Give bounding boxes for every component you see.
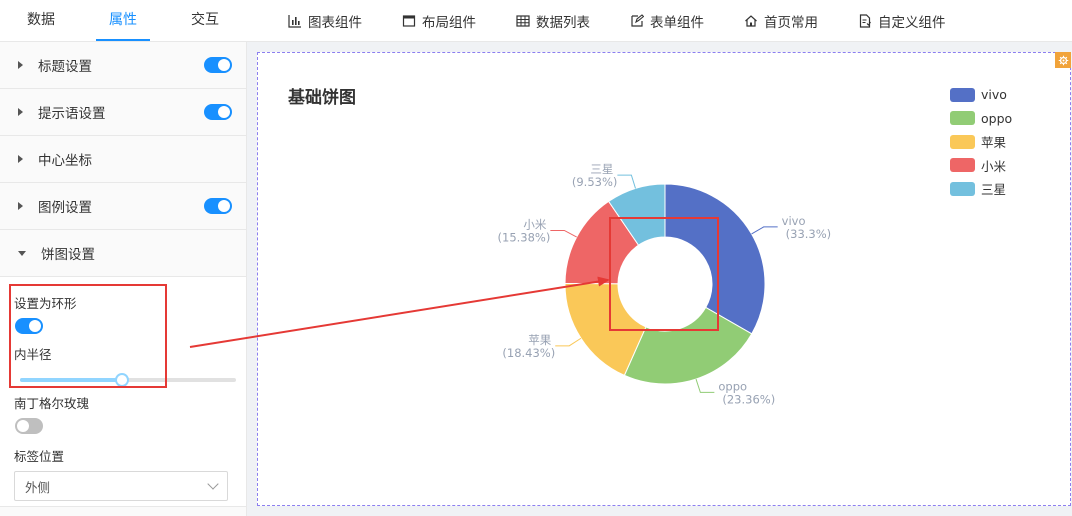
section-label: 图例设置 xyxy=(38,200,92,216)
label-leader-line xyxy=(550,229,577,238)
slice-percent-label: (15.38%) xyxy=(498,230,551,244)
slice-percent-label: (9.53%) xyxy=(572,175,618,189)
ring-label: 设置为环形 xyxy=(14,296,77,311)
home-icon xyxy=(744,14,758,28)
slice-percent-label: (33.3%) xyxy=(786,227,832,241)
toolbar-label: 布局组件 xyxy=(422,14,476,31)
legend-label: 苹果 xyxy=(981,135,1007,151)
legend-item[interactable]: vivo xyxy=(950,83,1012,107)
toolbar-chart-components[interactable]: 图表组件 xyxy=(288,11,362,31)
inner-radius-label: 内半径 xyxy=(14,347,52,362)
legend-label: vivo xyxy=(981,87,1007,103)
toolbar-form-components[interactable]: 表单组件 xyxy=(630,11,704,31)
rose-label: 南丁格尔玫瑰 xyxy=(14,396,90,411)
legend-item[interactable]: 小米 xyxy=(950,154,1012,178)
legend-swatch xyxy=(950,87,975,102)
section-label: 中心坐标 xyxy=(38,153,92,169)
label-leader-line xyxy=(617,174,636,189)
title-settings-toggle[interactable] xyxy=(204,57,232,73)
tooltip-settings-toggle[interactable] xyxy=(204,104,232,120)
legend-item[interactable]: oppo xyxy=(950,107,1012,131)
chart-legend: vivo oppo 苹果小米三星 xyxy=(950,83,1012,201)
slice-label: 小米 xyxy=(523,217,546,231)
legend-item[interactable]: 三星 xyxy=(950,177,1012,201)
label-position-label: 标签位置 xyxy=(14,449,65,464)
bar-chart-icon xyxy=(288,14,302,28)
legend-swatch xyxy=(950,158,975,173)
design-canvas: 基础饼图 vivo (33.3%) oppo (23.36%) 苹果 (18.43%) 小米… xyxy=(247,42,1072,516)
slice-percent-label: (18.43%) xyxy=(502,346,555,360)
section-label: 提示语设置 xyxy=(38,106,106,122)
pie-slice[interactable] xyxy=(664,183,766,335)
toolbar-label: 表单组件 xyxy=(650,14,704,31)
slider-track xyxy=(20,378,122,382)
legend-swatch xyxy=(950,134,975,149)
legend-swatch xyxy=(950,111,975,126)
legend-settings-toggle[interactable] xyxy=(204,198,232,214)
property-panel: 标题设置 提示语设置 中心坐标 图例设置 饼图设置 设置为环形 内半径 南丁格尔… xyxy=(0,42,247,516)
section-legend-settings[interactable]: 图例设置 xyxy=(0,183,246,230)
section-label: 标题设置 xyxy=(38,59,92,75)
label-leader-line xyxy=(695,378,715,393)
slice-label: 苹果 xyxy=(528,333,551,347)
section-label: 饼图设置 xyxy=(41,247,95,263)
label-leader-line xyxy=(751,226,778,235)
toolbar-custom-components[interactable]: 自定义组件 xyxy=(858,11,946,31)
section-title-settings[interactable]: 标题设置 xyxy=(0,42,246,89)
section-center-coords[interactable]: 中心坐标 xyxy=(0,136,246,183)
slice-label: oppo xyxy=(718,379,747,393)
caret-right-icon xyxy=(18,202,23,210)
toolbar-layout-components[interactable]: 布局组件 xyxy=(402,11,476,31)
section-tooltip-settings[interactable]: 提示语设置 xyxy=(0,89,246,136)
toolbar-label: 自定义组件 xyxy=(878,14,946,31)
inner-radius-slider[interactable] xyxy=(20,373,236,387)
caret-right-icon xyxy=(18,155,23,163)
slider-handle[interactable] xyxy=(114,373,129,387)
pie-chart-widget[interactable]: 基础饼图 vivo (33.3%) oppo (23.36%) 苹果 (18.43%) 小米… xyxy=(257,52,1071,506)
slice-percent-label: (23.36%) xyxy=(722,392,775,406)
section-pie-settings[interactable]: 饼图设置 xyxy=(0,230,246,277)
legend-label: oppo xyxy=(981,110,1013,126)
toolbar-label: 首页常用 xyxy=(764,14,818,31)
pie-settings-body: 设置为环形 内半径 南丁格尔玫瑰 标签位置 外侧 xyxy=(0,277,246,507)
legend-item[interactable]: 苹果 xyxy=(950,130,1012,154)
legend-swatch xyxy=(950,181,975,196)
tab-properties[interactable]: 属性 xyxy=(82,0,164,41)
panel-tabs: 数据 属性 交互 xyxy=(0,0,246,42)
label-position-value: 外侧 xyxy=(25,479,51,495)
toolbar-home-common[interactable]: 首页常用 xyxy=(744,11,818,31)
table-icon xyxy=(516,14,530,28)
chevron-down-icon xyxy=(207,478,219,490)
pie-chart: vivo(33.3%) oppo(23.36%) 苹果(18.43%) 小米(15.3… xyxy=(498,162,832,406)
ring-toggle[interactable] xyxy=(15,318,43,334)
caret-right-icon xyxy=(18,61,23,69)
toolbar-label: 图表组件 xyxy=(308,14,362,31)
rose-toggle[interactable] xyxy=(15,418,43,434)
component-toolbar: 图表组件 布局组件 数据列表 表单组件 首页常用 自定义组件 xyxy=(246,0,1072,42)
layout-icon xyxy=(402,14,416,28)
toolbar-label: 数据列表 xyxy=(536,14,590,31)
slice-label: vivo xyxy=(782,214,806,228)
tab-interaction[interactable]: 交互 xyxy=(164,0,246,41)
custom-doc-icon xyxy=(858,13,872,28)
toolbar-data-list[interactable]: 数据列表 xyxy=(516,11,590,31)
label-leader-line xyxy=(555,337,582,347)
legend-label: 小米 xyxy=(981,158,1007,174)
caret-down-icon xyxy=(18,250,26,256)
legend-label: 三星 xyxy=(981,182,1007,198)
caret-right-icon xyxy=(18,108,23,116)
label-position-select[interactable]: 外侧 xyxy=(14,471,228,501)
edit-form-icon xyxy=(630,13,644,28)
slice-label: 三星 xyxy=(590,162,613,176)
tab-data[interactable]: 数据 xyxy=(0,0,82,41)
